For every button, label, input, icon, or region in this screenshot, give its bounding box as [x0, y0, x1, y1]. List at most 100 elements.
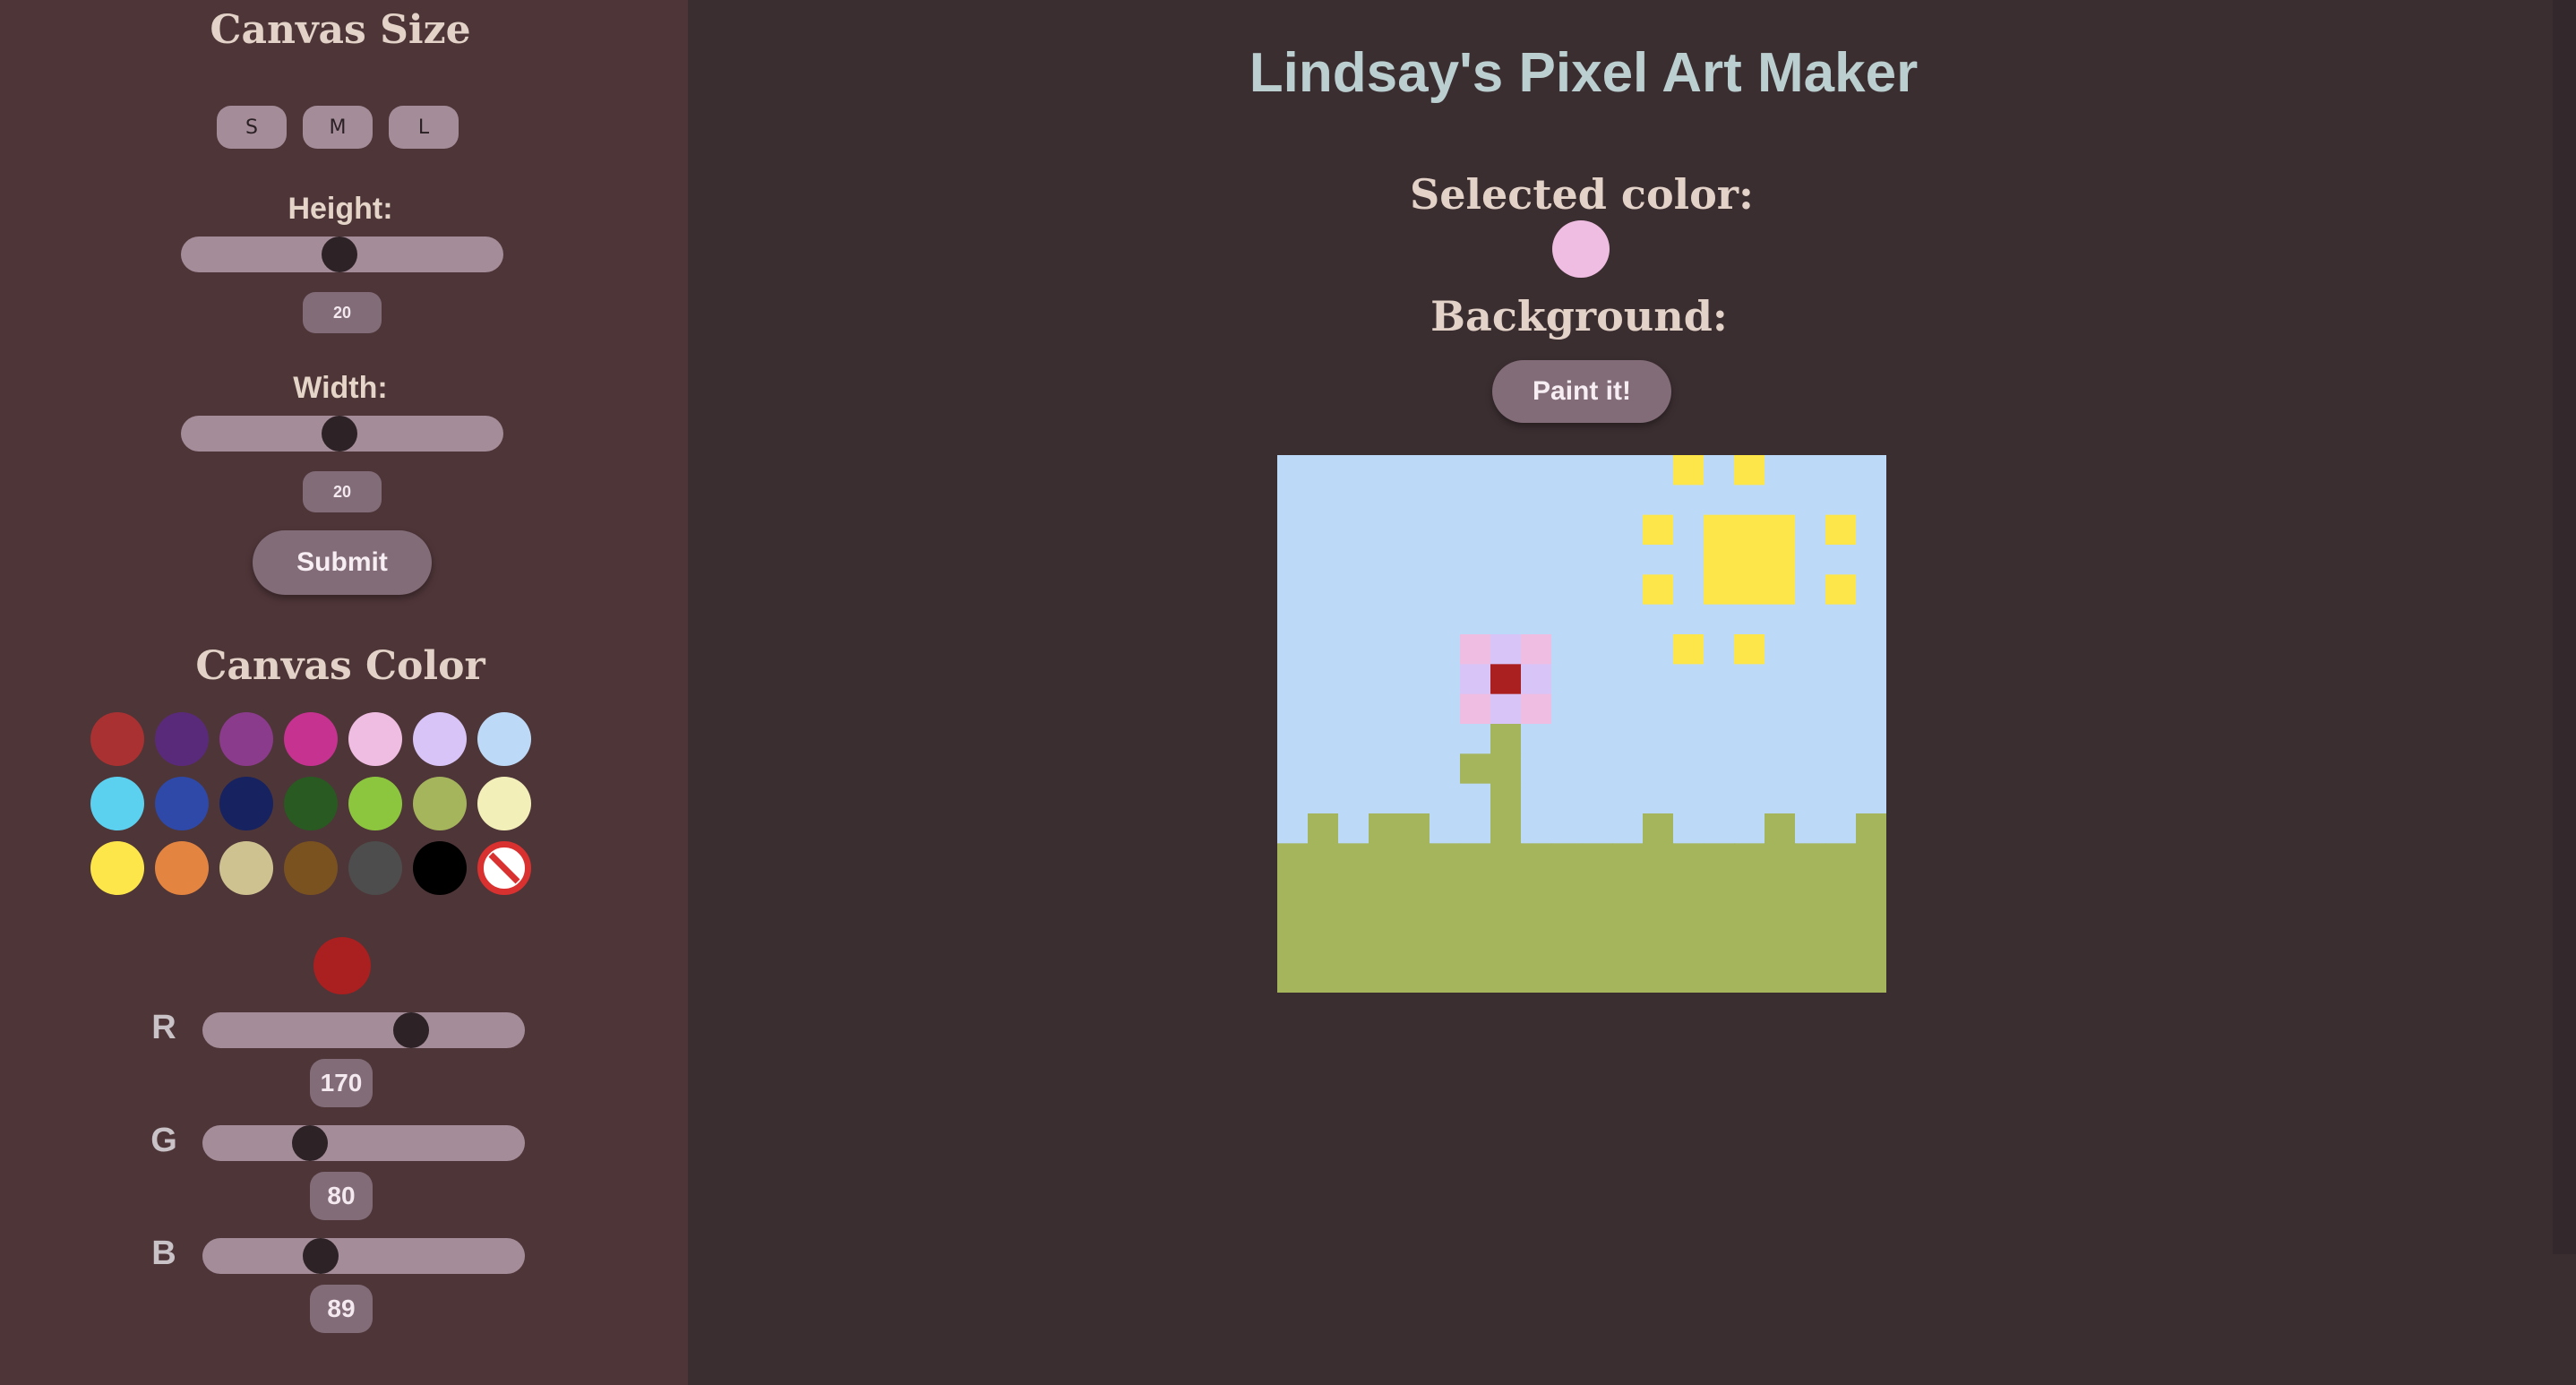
- pixel-cell[interactable]: [1521, 783, 1552, 814]
- palette-swatch[interactable]: [155, 777, 209, 830]
- pixel-cell[interactable]: [1430, 962, 1461, 993]
- pixel-cell[interactable]: [1521, 664, 1552, 695]
- pixel-cell[interactable]: [1673, 545, 1704, 575]
- pixel-cell[interactable]: [1430, 545, 1461, 575]
- pixel-cell[interactable]: [1460, 604, 1491, 635]
- b-slider-thumb[interactable]: [303, 1238, 339, 1274]
- pixel-cell[interactable]: [1673, 664, 1704, 695]
- pixel-cell[interactable]: [1765, 664, 1796, 695]
- pixel-cell[interactable]: [1795, 574, 1826, 606]
- pixel-cell[interactable]: [1460, 664, 1491, 695]
- pixel-cell[interactable]: [1673, 634, 1704, 665]
- pixel-cell[interactable]: [1795, 962, 1826, 993]
- pixel-cell[interactable]: [1460, 724, 1491, 754]
- pixel-cell[interactable]: [1551, 843, 1583, 874]
- pixel-cell[interactable]: [1277, 753, 1309, 785]
- pixel-cell[interactable]: [1277, 933, 1309, 964]
- pixel-cell[interactable]: [1825, 485, 1857, 516]
- pixel-cell[interactable]: [1490, 574, 1522, 606]
- pixel-cell[interactable]: [1734, 545, 1765, 575]
- pixel-cell[interactable]: [1308, 514, 1339, 546]
- pixel-cell[interactable]: [1308, 455, 1339, 486]
- pixel-cell[interactable]: [1856, 693, 1886, 725]
- pixel-cell[interactable]: [1338, 574, 1370, 606]
- pixel-cell[interactable]: [1399, 873, 1430, 904]
- pixel-cell[interactable]: [1308, 693, 1339, 725]
- pixel-cell[interactable]: [1825, 843, 1857, 874]
- pixel-cell[interactable]: [1338, 813, 1370, 844]
- pixel-cell[interactable]: [1673, 843, 1704, 874]
- pixel-cell[interactable]: [1399, 545, 1430, 575]
- size-small-button[interactable]: S: [217, 106, 287, 149]
- paint-button[interactable]: Paint it!: [1492, 360, 1671, 423]
- pixel-cell[interactable]: [1704, 664, 1735, 695]
- pixel-cell[interactable]: [1308, 962, 1339, 993]
- palette-swatch[interactable]: [219, 841, 273, 895]
- pixel-cell[interactable]: [1308, 783, 1339, 814]
- pixel-cell[interactable]: [1430, 693, 1461, 725]
- pixel-cell[interactable]: [1673, 514, 1704, 546]
- pixel-cell[interactable]: [1582, 843, 1613, 874]
- pixel-cell[interactable]: [1704, 933, 1735, 964]
- width-slider-thumb[interactable]: [322, 416, 357, 452]
- pixel-cell[interactable]: [1643, 903, 1674, 933]
- pixel-cell[interactable]: [1277, 843, 1309, 874]
- pixel-cell[interactable]: [1308, 753, 1339, 785]
- palette-swatch[interactable]: [348, 841, 402, 895]
- pixel-cell[interactable]: [1612, 843, 1644, 874]
- pixel-cell[interactable]: [1277, 545, 1309, 575]
- pixel-cell[interactable]: [1582, 455, 1613, 486]
- pixel-cell[interactable]: [1521, 813, 1552, 844]
- pixel-cell[interactable]: [1795, 813, 1826, 844]
- pixel-cell[interactable]: [1765, 634, 1796, 665]
- pixel-cell[interactable]: [1612, 724, 1644, 754]
- pixel-cell[interactable]: [1551, 783, 1583, 814]
- pixel-cell[interactable]: [1490, 485, 1522, 516]
- pixel-cell[interactable]: [1551, 933, 1583, 964]
- pixel-cell[interactable]: [1612, 693, 1644, 725]
- palette-swatch[interactable]: [284, 777, 338, 830]
- pixel-cell[interactable]: [1490, 604, 1522, 635]
- pixel-cell[interactable]: [1765, 455, 1796, 486]
- pixel-cell[interactable]: [1490, 664, 1522, 695]
- pixel-cell[interactable]: [1612, 485, 1644, 516]
- pixel-cell[interactable]: [1582, 693, 1613, 725]
- pixel-cell[interactable]: [1673, 693, 1704, 725]
- pixel-cell[interactable]: [1765, 693, 1796, 725]
- pixel-cell[interactable]: [1825, 664, 1857, 695]
- pixel-cell[interactable]: [1704, 545, 1735, 575]
- palette-swatch[interactable]: [413, 841, 467, 895]
- pixel-cell[interactable]: [1399, 724, 1430, 754]
- pixel-cell[interactable]: [1765, 604, 1796, 635]
- pixel-cell[interactable]: [1856, 903, 1886, 933]
- pixel-cell[interactable]: [1551, 455, 1583, 486]
- height-slider[interactable]: [181, 237, 503, 272]
- pixel-cell[interactable]: [1734, 933, 1765, 964]
- pixel-cell[interactable]: [1521, 574, 1552, 606]
- pixel-cell[interactable]: [1369, 455, 1400, 486]
- pixel-cell[interactable]: [1704, 485, 1735, 516]
- pixel-cell[interactable]: [1734, 693, 1765, 725]
- pixel-cell[interactable]: [1643, 485, 1674, 516]
- pixel-cell[interactable]: [1795, 933, 1826, 964]
- pixel-cell[interactable]: [1856, 514, 1886, 546]
- pixel-cell[interactable]: [1277, 455, 1309, 486]
- pixel-cell[interactable]: [1277, 485, 1309, 516]
- pixel-cell[interactable]: [1460, 813, 1491, 844]
- pixel-cell[interactable]: [1825, 873, 1857, 904]
- pixel-cell[interactable]: [1490, 545, 1522, 575]
- pixel-cell[interactable]: [1338, 664, 1370, 695]
- pixel-cell[interactable]: [1643, 753, 1674, 785]
- pixel-cell[interactable]: [1308, 604, 1339, 635]
- palette-swatch[interactable]: [90, 712, 144, 766]
- pixel-cell[interactable]: [1338, 962, 1370, 993]
- pixel-cell[interactable]: [1277, 962, 1309, 993]
- pixel-cell[interactable]: [1369, 783, 1400, 814]
- pixel-cell[interactable]: [1765, 783, 1796, 814]
- pixel-cell[interactable]: [1643, 574, 1674, 606]
- pixel-cell[interactable]: [1825, 604, 1857, 635]
- pixel-cell[interactable]: [1551, 753, 1583, 785]
- pixel-cell[interactable]: [1521, 873, 1552, 904]
- pixel-cell[interactable]: [1430, 664, 1461, 695]
- submit-button[interactable]: Submit: [253, 530, 432, 595]
